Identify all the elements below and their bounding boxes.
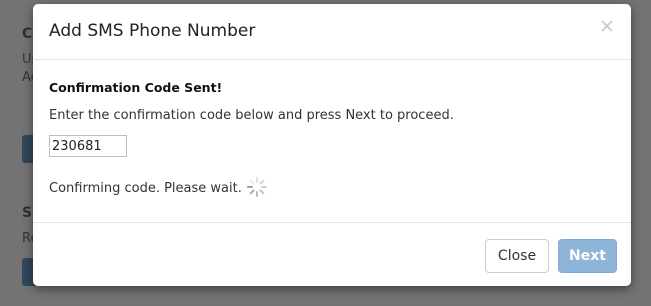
dialog-title: Add SMS Phone Number bbox=[49, 21, 256, 41]
add-sms-phone-dialog: Add SMS Phone Number Confirmation Code S… bbox=[33, 4, 631, 286]
screen: Co Us Ac SM Re Add SMS Phone Number Conf… bbox=[0, 0, 651, 306]
close-x-icon[interactable] bbox=[597, 16, 617, 36]
loading-spinner-icon bbox=[245, 175, 269, 199]
dialog-header: Add SMS Phone Number bbox=[33, 4, 631, 60]
close-button[interactable]: Close bbox=[485, 239, 549, 273]
confirmation-code-input[interactable] bbox=[49, 135, 127, 157]
next-button[interactable]: Next bbox=[558, 239, 617, 273]
instructions-text: Enter the confirmation code below and pr… bbox=[49, 108, 454, 123]
status-text: Confirming code. Please wait. bbox=[49, 181, 242, 196]
dialog-footer: Close Next bbox=[33, 222, 631, 286]
confirmation-sent-heading: Confirmation Code Sent! bbox=[49, 80, 223, 95]
dialog-body: Confirmation Code Sent! Enter the confir… bbox=[33, 60, 631, 222]
